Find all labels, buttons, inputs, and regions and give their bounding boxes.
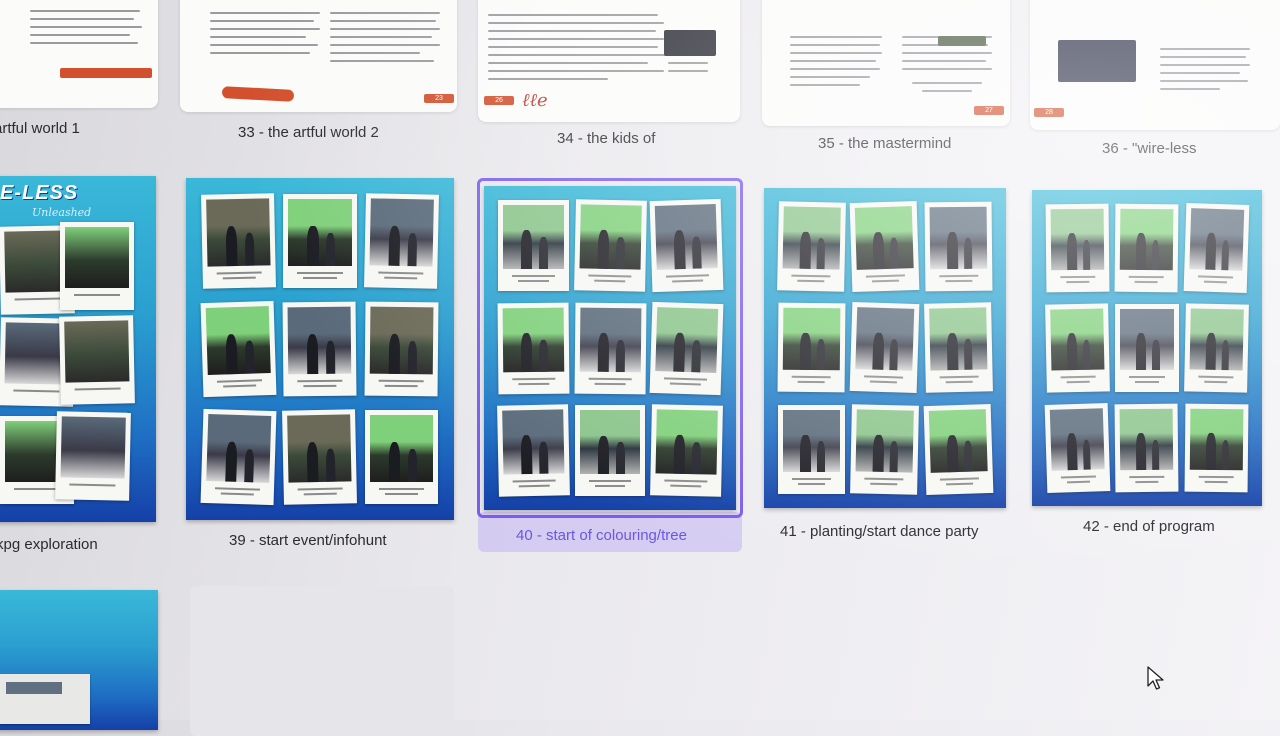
polaroid-photo	[1045, 303, 1111, 393]
polaroid-photo	[55, 411, 131, 501]
polaroid-photo	[201, 193, 277, 289]
signature-decoration: ℓℓe	[522, 90, 548, 111]
photo	[938, 36, 986, 46]
polaroid-photo	[777, 302, 846, 394]
page-thumbnail-38[interactable]: E-LESS Unleashed	[0, 176, 156, 522]
page-number-tag: 28	[1034, 108, 1064, 117]
selected-page-border	[477, 178, 743, 518]
polaroid-photo	[1045, 203, 1110, 293]
polaroid-photo	[777, 201, 847, 293]
polaroid-photo	[1044, 403, 1111, 493]
page-thumbnail-33[interactable]: 23	[180, 0, 457, 112]
page-thumbnail-35[interactable]: 27	[762, 0, 1010, 126]
polaroid-photo	[283, 194, 357, 288]
polaroid-photo	[59, 315, 135, 405]
polaroid-photo	[923, 403, 994, 496]
polaroid-photo	[364, 410, 438, 504]
page-thumbnail-36[interactable]: 28	[1030, 0, 1280, 130]
page-banner-subtitle: Unleashed	[32, 206, 92, 219]
page-label-33: 33 - the artful world 2	[238, 124, 379, 141]
photo	[664, 30, 716, 56]
page-thumbnail-34[interactable]: 26 ℓℓe	[478, 0, 740, 122]
polaroid-photo	[1114, 203, 1180, 293]
polaroid-photo	[1115, 304, 1179, 392]
page-thumbnail-32[interactable]	[0, 0, 158, 108]
page-number-tag: 27	[974, 106, 1004, 115]
page-banner-title: E-LESS	[0, 182, 79, 204]
page-label-32: artful world 1	[0, 120, 80, 137]
polaroid-photo	[200, 300, 277, 398]
polaroid-photo	[282, 301, 358, 397]
polaroid-photo	[282, 409, 358, 505]
polaroid-photo	[924, 201, 993, 292]
polaroid-photo	[1114, 403, 1180, 493]
page-label-39: 39 - start event/infohunt	[229, 532, 387, 549]
polaroid-photo	[850, 403, 920, 495]
page-label-41: 41 - planting/start dance party	[780, 523, 979, 540]
polaroid-photo	[849, 302, 921, 394]
polaroid-photo	[849, 200, 921, 293]
polaroid-photo	[363, 193, 439, 289]
polaroid-photo	[923, 302, 993, 394]
page-thumbnail-44-blank[interactable]	[190, 586, 454, 736]
mouse-pointer-icon	[1147, 666, 1164, 690]
brush-stroke-decoration	[221, 86, 295, 102]
page-thumbnail-41[interactable]	[764, 188, 1006, 508]
page-label-34: 34 - the kids of	[557, 130, 656, 147]
page-label-35: 35 - the mastermind	[818, 135, 952, 152]
page-label-42: 42 - end of program	[1083, 518, 1215, 535]
polaroid-photo	[1183, 303, 1249, 393]
page-thumbnail-43[interactable]	[0, 590, 158, 730]
photo	[0, 674, 90, 724]
polaroid-photo	[200, 408, 277, 506]
page-thumbnail-42[interactable]	[1032, 190, 1262, 506]
page-thumbnail-39[interactable]	[186, 178, 454, 520]
page-label-38: kpg exploration	[0, 536, 98, 553]
polaroid-photo	[1184, 403, 1249, 493]
polaroid-photo	[60, 222, 134, 310]
page-label-36: 36 - "wire-less	[1102, 140, 1197, 157]
page-label-40: 40 - start of colouring/tree	[516, 527, 687, 544]
photo	[1058, 40, 1136, 82]
page-number-tag: 23	[424, 94, 454, 103]
polaroid-photo	[778, 404, 846, 494]
page-number-tag: 26	[484, 96, 514, 105]
polaroid-photo	[364, 301, 439, 397]
polaroid-photo	[1183, 203, 1250, 293]
